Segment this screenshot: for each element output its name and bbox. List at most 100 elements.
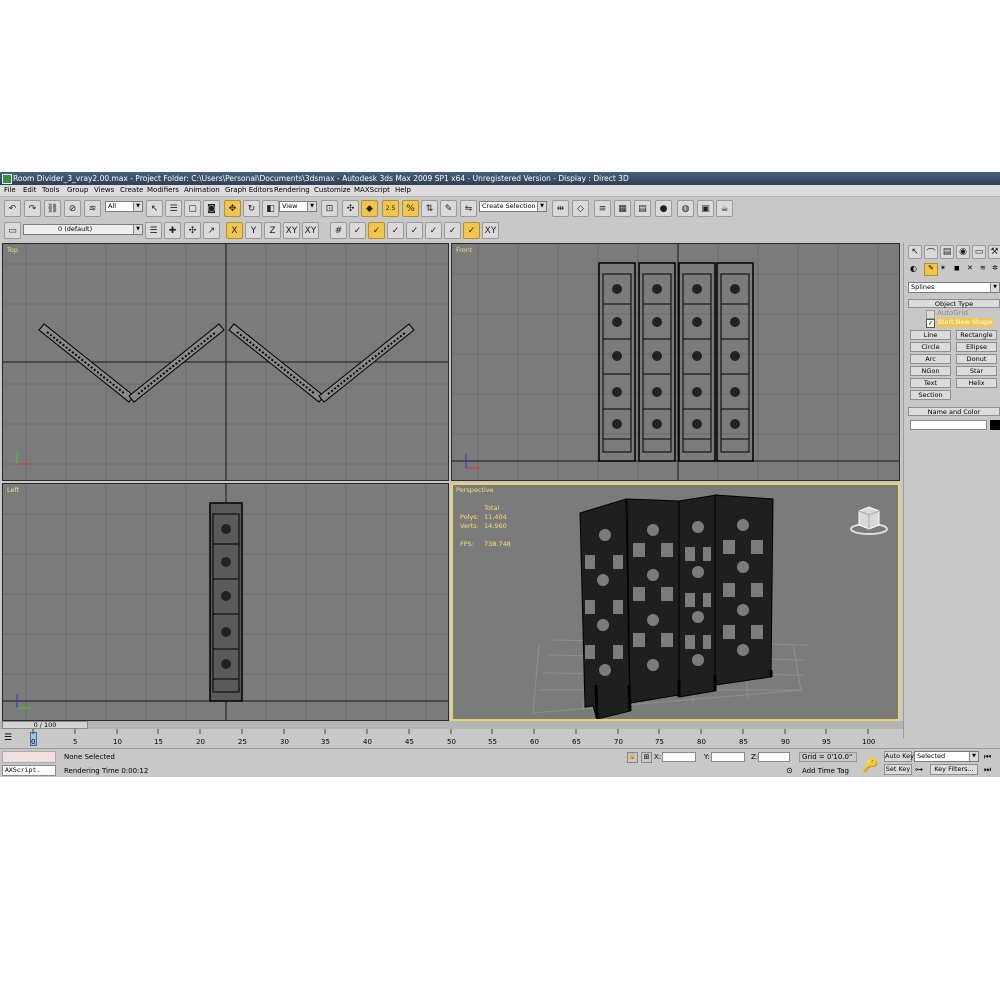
- axis-z-button[interactable]: Z: [264, 222, 281, 239]
- select-in-layer-icon[interactable]: ✣: [184, 222, 201, 239]
- text-button[interactable]: Text: [910, 378, 951, 388]
- x-coord-input[interactable]: [662, 752, 696, 762]
- create-tab-icon[interactable]: ↖: [908, 245, 922, 259]
- select-and-move-icon[interactable]: ✥: [224, 200, 241, 217]
- object-type-rollout-header[interactable]: Object Type: [908, 299, 1000, 308]
- object-name-input[interactable]: [910, 420, 987, 430]
- maxscript-output[interactable]: [2, 751, 56, 763]
- menu-create[interactable]: Create: [120, 186, 143, 194]
- hierarchy-tab-icon[interactable]: ▤: [940, 245, 954, 259]
- redo-icon[interactable]: ↷: [24, 200, 41, 217]
- lights-icon[interactable]: ✶: [940, 264, 946, 272]
- donut-button[interactable]: Donut: [956, 354, 997, 364]
- select-and-scale-icon[interactable]: ◧: [262, 200, 279, 217]
- menu-tools[interactable]: Tools: [42, 186, 59, 194]
- key-mode-toggle-icon[interactable]: ⊶: [915, 765, 923, 774]
- layer-dropdown[interactable]: 0 (default) ▼: [23, 224, 143, 235]
- helix-button[interactable]: Helix: [956, 378, 997, 388]
- left-viewport[interactable]: Left: [2, 483, 449, 721]
- menu-edit[interactable]: Edit: [23, 186, 37, 194]
- selection-filter-dropdown[interactable]: All ▼: [105, 201, 143, 212]
- add-time-tag-button[interactable]: Add Time Tag: [802, 767, 849, 775]
- window-crossing-icon[interactable]: ◙: [203, 200, 220, 217]
- select-object-icon[interactable]: ↖: [146, 200, 163, 217]
- auto-key-button[interactable]: Auto Key: [884, 751, 914, 762]
- section-button[interactable]: Section: [910, 390, 951, 400]
- menu-animation[interactable]: Animation: [184, 186, 220, 194]
- set-current-layer-icon[interactable]: ↗: [203, 222, 220, 239]
- perspective-viewport[interactable]: Perspective Total Polys: 11,404 Verts: 1…: [451, 483, 900, 721]
- name-and-color-rollout-header[interactable]: Name and Color: [908, 407, 1000, 416]
- snap-perp-icon[interactable]: ✓: [463, 222, 480, 239]
- line-button[interactable]: Line: [910, 330, 951, 340]
- snap-midpoint-icon[interactable]: ✓: [387, 222, 404, 239]
- geometry-icon[interactable]: ◐: [910, 264, 917, 273]
- go-to-end-icon[interactable]: ⏭: [984, 765, 991, 775]
- select-and-link-icon[interactable]: ⛓: [44, 200, 61, 217]
- pivot-center-icon[interactable]: ⊡: [321, 200, 338, 217]
- lock-selection-icon[interactable]: 🔒: [627, 752, 638, 763]
- rendered-frame-window-icon[interactable]: ▣: [697, 200, 714, 217]
- viewport-label-front[interactable]: Front: [456, 246, 472, 254]
- ellipse-button[interactable]: Ellipse: [956, 342, 997, 352]
- snap-grid-icon[interactable]: #: [330, 222, 347, 239]
- align-icon[interactable]: ⇹: [552, 200, 569, 217]
- menu-maxscript[interactable]: MAXScript: [354, 186, 390, 194]
- shapes-icon[interactable]: ✎: [924, 263, 938, 276]
- systems-icon[interactable]: ✲: [992, 264, 998, 272]
- bind-space-warp-icon[interactable]: ≋: [84, 200, 101, 217]
- snap-pivot-icon[interactable]: ✓: [444, 222, 461, 239]
- snaps-toggle-icon[interactable]: ◆: [361, 200, 378, 217]
- menu-group[interactable]: Group: [67, 186, 88, 194]
- cameras-icon[interactable]: ◼: [954, 264, 960, 272]
- material-editor-icon[interactable]: ●: [655, 200, 672, 217]
- percent-snap-icon[interactable]: %: [402, 200, 419, 217]
- time-slider-handle[interactable]: 0 / 100: [2, 721, 88, 729]
- z-coord-input[interactable]: [758, 752, 790, 762]
- select-and-rotate-icon[interactable]: ↻: [243, 200, 260, 217]
- time-slider-track[interactable]: 0 / 100: [0, 721, 903, 729]
- snap-vertex-icon[interactable]: ✓: [368, 222, 385, 239]
- layer-create-icon[interactable]: ☰: [145, 222, 162, 239]
- axis-y-button[interactable]: Y: [245, 222, 262, 239]
- add-to-layer-icon[interactable]: ✚: [164, 222, 181, 239]
- start-new-shape-checkbox[interactable]: ✓: [926, 319, 935, 328]
- select-by-name-icon[interactable]: ☰: [165, 200, 182, 217]
- schematic-view-icon[interactable]: ▤: [634, 200, 651, 217]
- mirror-icon[interactable]: ⇋: [460, 200, 477, 217]
- menu-help[interactable]: Help: [395, 186, 411, 194]
- circle-button[interactable]: Circle: [910, 342, 951, 352]
- rectangular-selection-icon[interactable]: ▢: [184, 200, 201, 217]
- unlink-icon[interactable]: ⊘: [64, 200, 81, 217]
- axis-x-button[interactable]: X: [226, 222, 243, 239]
- star-button[interactable]: Star: [956, 366, 997, 376]
- menu-rendering[interactable]: Rendering: [274, 186, 310, 194]
- edit-named-selection-icon[interactable]: ✎: [440, 200, 457, 217]
- curve-editor-icon[interactable]: ▦: [614, 200, 631, 217]
- mirror-tool-icon[interactable]: ◇: [572, 200, 589, 217]
- display-tab-icon[interactable]: ▭: [972, 245, 986, 259]
- modify-tab-icon[interactable]: ⌒: [924, 245, 938, 259]
- y-coord-input[interactable]: [711, 752, 745, 762]
- axis-xy-button[interactable]: XY: [283, 222, 300, 239]
- viewport-label-left[interactable]: Left: [7, 486, 19, 494]
- set-key-button[interactable]: Set Key: [884, 764, 912, 775]
- ngon-button[interactable]: NGon: [910, 366, 951, 376]
- motion-tab-icon[interactable]: ◉: [956, 245, 970, 259]
- menu-graph-editors[interactable]: Graph Editors: [225, 186, 273, 194]
- key-filters-button[interactable]: Key Filters...: [930, 764, 978, 775]
- set-key-icon[interactable]: 🔑: [862, 758, 878, 773]
- quick-render-icon[interactable]: ☕: [716, 200, 733, 217]
- menu-file[interactable]: File: [4, 186, 16, 194]
- arc-button[interactable]: Arc: [910, 354, 951, 364]
- select-and-manipulate-icon[interactable]: ✣: [342, 200, 359, 217]
- front-viewport[interactable]: Front: [451, 243, 900, 481]
- maxscript-listener-input[interactable]: AXScript.: [2, 765, 56, 776]
- reference-coordinate-dropdown[interactable]: View ▼: [279, 201, 317, 212]
- key-mode-dropdown[interactable]: Selected ▼: [914, 751, 979, 762]
- menu-customize[interactable]: Customize: [314, 186, 351, 194]
- menu-views[interactable]: Views: [94, 186, 114, 194]
- rectangle-button[interactable]: Rectangle: [956, 330, 997, 340]
- menu-modifiers[interactable]: Modifiers: [147, 186, 179, 194]
- snap-xy-icon[interactable]: XY: [482, 222, 499, 239]
